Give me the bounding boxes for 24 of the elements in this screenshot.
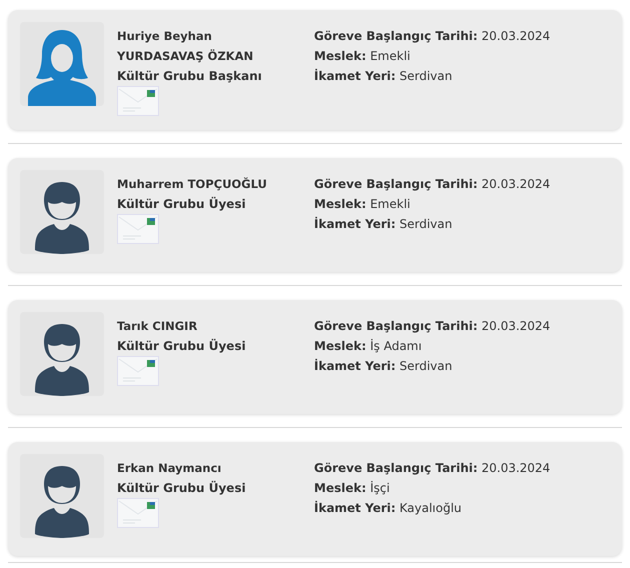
member-role: Kültür Grubu Üyesi xyxy=(117,338,247,355)
envelope-icon[interactable] xyxy=(117,86,159,116)
member-detail: Göreve Başlangıç Tarihi: 20.03.2024 xyxy=(314,28,550,45)
member-name: Muharrem TOPÇUOĞLU xyxy=(117,176,268,193)
member-detail: İkamet Yeri: Serdivan xyxy=(314,68,454,85)
member-name: Huriye Beyhan YURDASAVAŞ ÖZKAN xyxy=(117,28,254,65)
envelope-icon[interactable] xyxy=(117,356,159,386)
member-detail: İkamet Yeri: Serdivan xyxy=(314,358,454,375)
envelope-icon[interactable] xyxy=(117,214,159,244)
member-detail: Göreve Başlangıç Tarihi: 20.03.2024 xyxy=(314,176,550,193)
envelope-icon[interactable] xyxy=(117,498,159,528)
member-detail: Meslek: Emekli xyxy=(314,196,412,213)
member-role: Kültür Grubu Üyesi xyxy=(117,480,247,497)
member-role: Kültür Grubu Başkanı xyxy=(117,68,263,85)
member-detail: Meslek: İşçi xyxy=(314,480,391,497)
member-name: Tarık CINGIR xyxy=(117,318,198,335)
member-detail: Göreve Başlangıç Tarihi: 20.03.2024 xyxy=(314,318,550,335)
member-role: Kültür Grubu Üyesi xyxy=(117,196,247,213)
member-detail: Göreve Başlangıç Tarihi: 20.03.2024 xyxy=(314,460,550,477)
member-detail: İkamet Yeri: Kayalıoğlu xyxy=(314,500,463,517)
member-detail: Meslek: İş Adamı xyxy=(314,338,423,355)
member-detail: Meslek: Emekli xyxy=(314,48,412,65)
member-name: Erkan Naymancı xyxy=(117,460,222,477)
member-detail: İkamet Yeri: Serdivan xyxy=(314,216,454,233)
